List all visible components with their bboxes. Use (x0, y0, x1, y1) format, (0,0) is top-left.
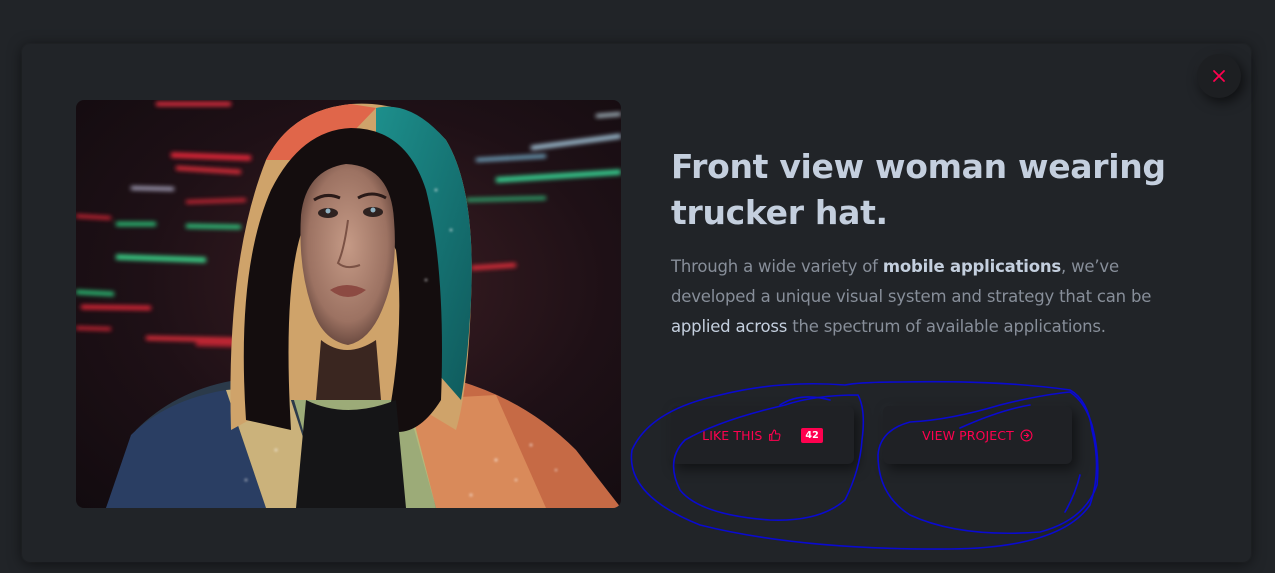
like-button-label: LIKE THIS (702, 427, 763, 443)
page: Front view woman wearing trucker hat. Th… (0, 0, 1275, 573)
view-project-button[interactable]: VIEW PROJECT (883, 406, 1072, 464)
description-bold-text: mobile applications (882, 257, 1062, 276)
description-text-1: Through a wide variety of (671, 257, 883, 276)
thumbs-up-icon (768, 429, 781, 442)
project-title-line2: trucker hat. (671, 193, 888, 232)
like-count-badge: 42 (801, 427, 823, 443)
project-title-line1: Front view woman wearing (671, 147, 1166, 186)
close-button[interactable] (1197, 54, 1241, 98)
description-text-3: the spectrum of available applications. (787, 317, 1106, 336)
description-highlight-text: applied across (671, 317, 788, 336)
close-icon (1213, 70, 1225, 82)
arrow-circle-right-icon (1020, 429, 1033, 442)
like-button[interactable]: LIKE THIS 42 (671, 406, 854, 464)
project-title: Front view woman wearing trucker hat. (671, 144, 1191, 236)
project-description: Through a wide variety of mobile applica… (671, 252, 1161, 342)
view-project-label: VIEW PROJECT (922, 427, 1014, 443)
project-image (76, 100, 621, 508)
